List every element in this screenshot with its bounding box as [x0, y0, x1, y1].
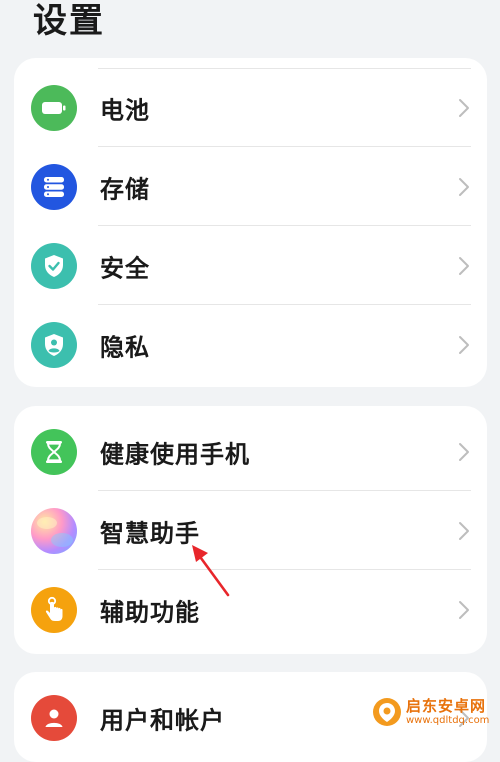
hand-touch-icon	[31, 586, 77, 633]
settings-item-digital-balance[interactable]: 健康使用手机	[14, 412, 487, 491]
settings-item-label: 安全	[100, 254, 150, 282]
settings-item-label: 智慧助手	[100, 519, 200, 547]
settings-item-privacy[interactable]: 隐私	[14, 305, 487, 384]
chevron-right-icon	[459, 335, 469, 354]
storage-icon	[31, 163, 77, 210]
privacy-shield-icon	[31, 321, 77, 368]
settings-item-label: 电池	[100, 96, 150, 124]
watermark-url: www.qdltdq.com	[406, 715, 490, 726]
battery-icon	[31, 84, 77, 131]
settings-item-storage[interactable]: 存储	[14, 147, 487, 226]
chevron-right-icon	[459, 256, 469, 275]
hourglass-icon	[31, 428, 77, 475]
watermark-logo-icon	[373, 698, 401, 726]
chevron-right-icon	[459, 521, 469, 540]
settings-item-label: 辅助功能	[100, 598, 200, 626]
settings-group-2: 健康使用手机 智慧助手 辅助功能	[14, 406, 487, 654]
settings-item-label: 用户和帐户	[100, 706, 225, 734]
annotation-arrow-icon	[192, 545, 230, 597]
settings-item-security[interactable]: 安全	[14, 226, 487, 305]
settings-item-label: 隐私	[100, 333, 150, 361]
settings-item-label: 存储	[100, 175, 150, 203]
chevron-right-icon	[459, 600, 469, 619]
settings-item-label: 健康使用手机	[100, 440, 250, 468]
settings-item-accessibility[interactable]: 辅助功能	[14, 570, 487, 649]
watermark: 启东安卓网 www.qdltdq.com	[368, 694, 500, 734]
settings-group-1: 电池 存储 安全 隐私	[14, 58, 487, 387]
shield-check-icon	[31, 242, 77, 289]
chevron-right-icon	[459, 442, 469, 461]
chevron-right-icon	[459, 98, 469, 117]
page-title: 设置	[33, 1, 105, 41]
settings-item-smart-assistant[interactable]: 智慧助手	[14, 491, 487, 570]
settings-item-battery[interactable]: 电池	[14, 68, 487, 147]
watermark-title: 启东安卓网	[406, 697, 487, 715]
smart-assistant-icon	[31, 507, 77, 554]
chevron-right-icon	[459, 177, 469, 196]
